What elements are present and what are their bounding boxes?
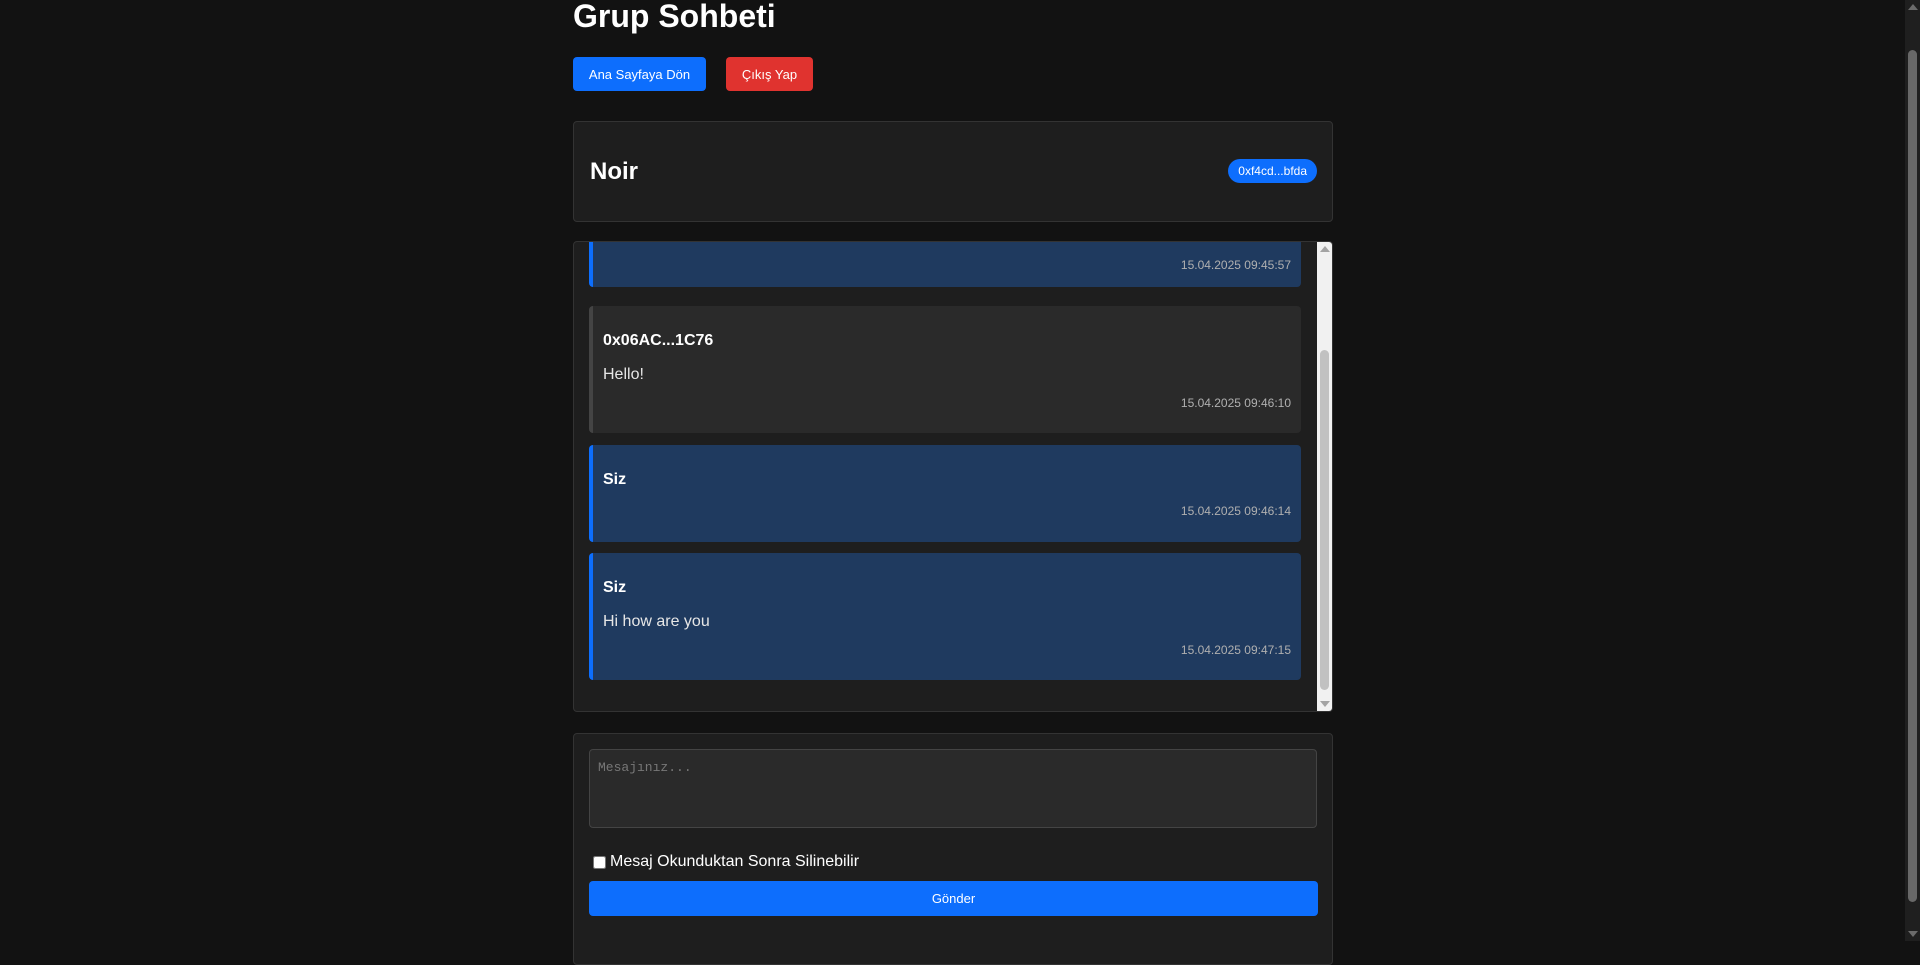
page-scrollbar-thumb[interactable] bbox=[1908, 50, 1917, 902]
message-sender: 0x06AC...1C76 bbox=[603, 332, 714, 349]
delete-after-read-checkbox[interactable] bbox=[593, 855, 606, 869]
page-scroll-down-icon[interactable] bbox=[1908, 931, 1918, 937]
message-input[interactable] bbox=[589, 749, 1317, 828]
delete-after-read-option[interactable]: Mesaj Okunduktan Sonra Silinebilir bbox=[593, 853, 859, 871]
logout-button[interactable]: Çıkış Yap bbox=[726, 57, 813, 91]
group-name: Noir bbox=[590, 158, 638, 185]
message-item: Siz Hi how are you 15.04.2025 09:47:15 bbox=[589, 553, 1301, 680]
message-item: 0x06AC...1C76 Hello! 15.04.2025 09:46:10 bbox=[589, 306, 1301, 433]
messages-list: 15.04.2025 09:45:57 0x06AC...1C76 Hello!… bbox=[574, 242, 1317, 711]
message-item: Siz 15.04.2025 09:46:14 bbox=[589, 445, 1301, 542]
home-button[interactable]: Ana Sayfaya Dön bbox=[573, 57, 706, 91]
group-header-card: Noir 0xf4cd...bfda bbox=[573, 121, 1333, 222]
message-timestamp: 15.04.2025 09:45:57 bbox=[1180, 258, 1291, 272]
scroll-up-icon[interactable] bbox=[1320, 246, 1330, 252]
wallet-address-badge: 0xf4cd...bfda bbox=[1228, 159, 1317, 183]
messages-scrollbar[interactable] bbox=[1317, 242, 1332, 711]
message-timestamp: 15.04.2025 09:46:10 bbox=[1180, 396, 1291, 410]
page-title: Grup Sohbeti bbox=[573, 0, 776, 34]
scrollbar-thumb[interactable] bbox=[1320, 350, 1329, 690]
page-scrollbar[interactable] bbox=[1905, 0, 1920, 941]
message-sender: Siz bbox=[603, 471, 627, 488]
message-sender: Siz bbox=[603, 579, 627, 596]
message-item: 15.04.2025 09:45:57 bbox=[589, 242, 1301, 287]
compose-panel: Mesaj Okunduktan Sonra Silinebilir Gönde… bbox=[573, 733, 1333, 965]
message-timestamp: 15.04.2025 09:46:14 bbox=[1180, 504, 1291, 518]
send-button[interactable]: Gönder bbox=[589, 881, 1318, 916]
message-timestamp: 15.04.2025 09:47:15 bbox=[1180, 643, 1291, 657]
scroll-down-icon[interactable] bbox=[1320, 701, 1330, 707]
messages-panel[interactable]: 15.04.2025 09:45:57 0x06AC...1C76 Hello!… bbox=[573, 241, 1333, 712]
page-scroll-up-icon[interactable] bbox=[1908, 4, 1918, 10]
message-text: Hello! bbox=[603, 366, 644, 383]
delete-after-read-label: Mesaj Okunduktan Sonra Silinebilir bbox=[610, 853, 860, 870]
message-text: Hi how are you bbox=[603, 613, 710, 630]
